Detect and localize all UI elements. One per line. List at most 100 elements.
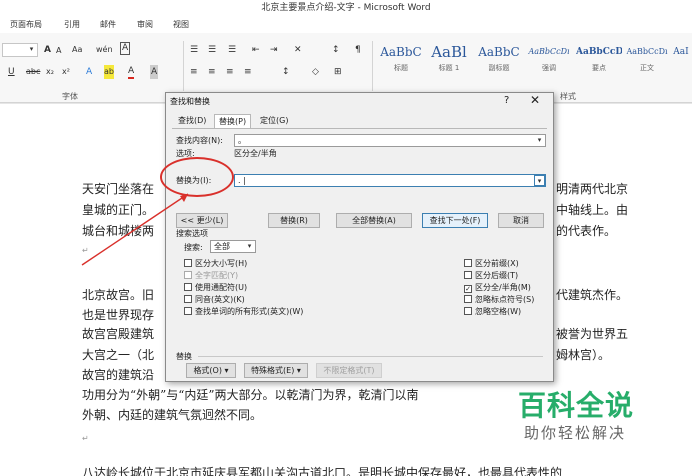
style-strong[interactable]: AaBbCcD 要点	[576, 41, 622, 81]
tab-page-layout[interactable]: 页面布局	[10, 19, 42, 30]
doc-line: 故宫的建筑沿	[82, 368, 155, 382]
doc-line: 八达岭长城位于北京市延庆县军都山关沟古道北口。是明长城中保存最好，也最具代表性的	[82, 466, 563, 476]
numbering-icon[interactable]: ☰	[208, 43, 216, 57]
shrink-font-button[interactable]: A	[56, 44, 61, 58]
line-spacing-icon[interactable]: ↕	[282, 65, 290, 79]
change-case-button[interactable]: Aa	[72, 43, 82, 57]
strikethrough-button[interactable]: abc	[26, 65, 40, 79]
style-normal[interactable]: AaBbCcDı 正文	[624, 41, 670, 81]
doc-line-fragment: 被誉为世界五	[556, 327, 629, 341]
find-input[interactable]: 。 ▾	[234, 134, 546, 147]
doc-line: 外朝、内廷的建筑气氛迥然不同。	[82, 408, 263, 422]
align-center-icon[interactable]: ≡	[208, 65, 216, 79]
styles-group-label: 样式	[560, 92, 576, 101]
bullets-icon[interactable]: ☰	[190, 43, 198, 57]
tab-view[interactable]: 视图	[173, 19, 189, 30]
doc-line: 大宫之一（北	[82, 348, 155, 362]
char-shading-button[interactable]: A	[150, 65, 159, 79]
search-direction-label: 搜索:	[184, 243, 203, 252]
checkbox-box	[464, 271, 472, 279]
less-button[interactable]: << 更少(L)	[176, 213, 228, 228]
paragraph-mark: ↵	[82, 434, 89, 443]
asian-layout-icon[interactable]: ✕	[294, 43, 302, 57]
align-left-icon[interactable]: ≡	[190, 65, 198, 79]
style-title[interactable]: AaBbC 标题	[378, 41, 424, 81]
match-width-checkbox[interactable]: ✓ 区分全/半角(M)	[464, 282, 531, 293]
special-button[interactable]: 特殊格式(E) ▾	[244, 363, 308, 378]
check-icon: ✓	[464, 285, 472, 293]
shading-icon[interactable]: ◇	[312, 65, 319, 79]
search-options-title: 搜索选项	[176, 229, 208, 238]
sounds-like-checkbox[interactable]: 同音(英文)(K)	[184, 294, 245, 305]
doc-line-fragment: 明清两代北京	[556, 182, 629, 196]
justify-icon[interactable]: ≡	[244, 65, 252, 79]
chevron-down-icon[interactable]: ▾	[534, 175, 545, 186]
increase-indent-icon[interactable]: ⇥	[270, 43, 278, 57]
show-marks-icon[interactable]: ¶	[355, 43, 361, 57]
section-divider	[198, 356, 543, 357]
chevron-down-icon[interactable]: ▾	[534, 135, 545, 146]
grow-font-button[interactable]: A	[44, 43, 51, 57]
find-next-button[interactable]: 查找下一处(F)	[422, 213, 488, 228]
match-prefix-checkbox[interactable]: 区分前缀(X)	[464, 258, 519, 269]
ribbon-tabs: 页面布局 引用 邮件 审阅 视图	[0, 17, 692, 33]
help-button[interactable]: ?	[504, 95, 509, 106]
doc-line: 城台和城楼两	[82, 224, 155, 238]
replace-all-button[interactable]: 全部替换(A)	[336, 213, 412, 228]
checkbox-box	[184, 295, 192, 303]
tab-replace[interactable]: 替换(P)	[214, 114, 252, 129]
checkbox-box	[184, 271, 192, 279]
word-forms-checkbox[interactable]: 查找单词的所有形式(英文)(W)	[184, 306, 303, 317]
tab-goto[interactable]: 定位(G)	[256, 114, 292, 128]
superscript-button[interactable]: x²	[62, 65, 70, 79]
char-border-button[interactable]: A	[120, 42, 131, 55]
sort-icon[interactable]: ↕	[332, 43, 340, 57]
checkbox-box	[464, 259, 472, 267]
borders-icon[interactable]: ⊞	[334, 65, 342, 79]
doc-line: 功用分为“外朝”与“内廷”两大部分。以乾清门为界，乾清门以南	[82, 388, 419, 402]
dialog-title: 查找和替换	[170, 97, 210, 106]
style-more[interactable]: AaI	[670, 41, 692, 81]
wildcards-checkbox[interactable]: 使用通配符(U)	[184, 282, 247, 293]
multilevel-list-icon[interactable]: ☰	[228, 43, 236, 57]
find-replace-dialog[interactable]: 查找和替换 ? ✕ 查找(D) 替换(P) 定位(G) 查找内容(N): 。 ▾…	[165, 92, 554, 382]
match-case-checkbox[interactable]: 区分大小写(H)	[184, 258, 247, 269]
ribbon-separator	[183, 41, 184, 91]
font-size-box[interactable]: ▾	[2, 43, 38, 57]
underline-button[interactable]: U	[8, 65, 15, 79]
annotation-circle	[160, 157, 234, 197]
highlight-button[interactable]: ab	[104, 65, 114, 79]
cancel-button[interactable]: 取消	[498, 213, 544, 228]
format-button[interactable]: 格式(O) ▾	[186, 363, 236, 378]
chevron-down-icon[interactable]: ▾	[244, 241, 255, 252]
ignore-punctuation-checkbox[interactable]: 忽略标点符号(S)	[464, 294, 534, 305]
doc-line: 故宫宫殿建筑	[82, 327, 155, 341]
tab-references[interactable]: 引用	[64, 19, 80, 30]
search-direction-select[interactable]: 全部 ▾	[210, 240, 256, 253]
doc-line: 皇城的正门。	[82, 203, 155, 217]
ignore-space-checkbox[interactable]: 忽略空格(W)	[464, 306, 521, 317]
decrease-indent-icon[interactable]: ⇤	[252, 43, 260, 57]
checkbox-box	[184, 307, 192, 315]
subscript-button[interactable]: x₂	[46, 65, 54, 79]
replace-input[interactable]: . | ▾	[234, 174, 546, 187]
font-color-button[interactable]: A	[128, 65, 135, 79]
close-icon[interactable]: ✕	[530, 93, 540, 107]
tab-find[interactable]: 查找(D)	[174, 114, 210, 128]
checkbox-box	[184, 283, 192, 291]
phonetic-guide-button[interactable]: wén	[96, 43, 113, 57]
watermark: 百科全说 助你轻松解决	[512, 382, 652, 444]
replace-button[interactable]: 替换(R)	[268, 213, 320, 228]
tab-review[interactable]: 审阅	[137, 19, 153, 30]
align-right-icon[interactable]: ≡	[226, 65, 234, 79]
style-subtitle[interactable]: AaBbC 副标题	[476, 41, 522, 81]
doc-line-fragment: 代建筑杰作。	[556, 288, 629, 302]
match-suffix-checkbox[interactable]: 区分后缀(T)	[464, 270, 518, 281]
doc-line-fragment: 的代表作。	[556, 224, 617, 238]
tab-mailings[interactable]: 邮件	[100, 19, 116, 30]
find-label: 查找内容(N):	[176, 136, 223, 145]
doc-line-fragment: 中轴线上。由	[556, 203, 629, 217]
style-heading-1[interactable]: AaBl 标题 1	[426, 41, 472, 81]
text-effects-button[interactable]: A	[86, 65, 92, 79]
style-emphasis[interactable]: AaBbCcDı 强调	[526, 41, 572, 81]
